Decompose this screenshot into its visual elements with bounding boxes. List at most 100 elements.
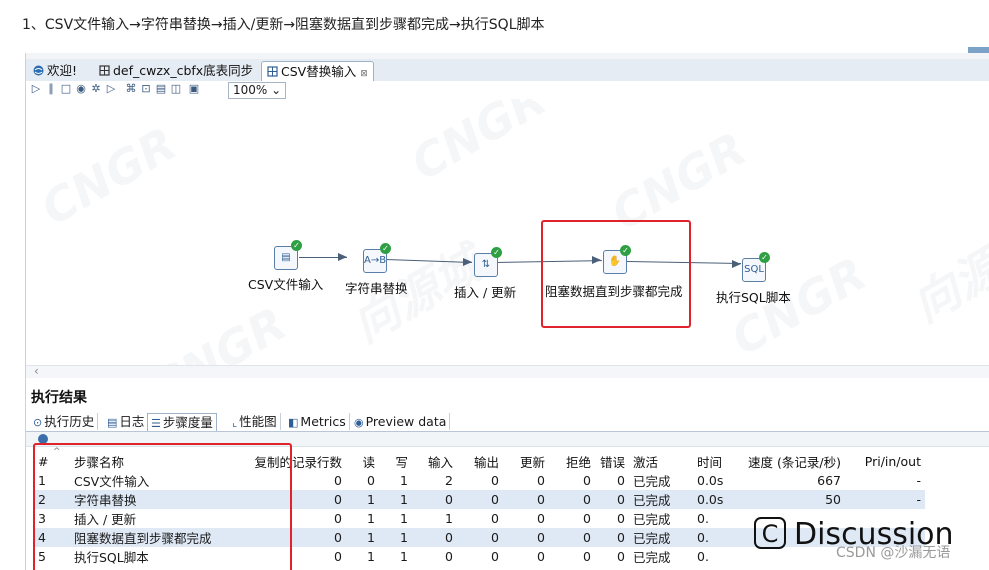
table-cell: 0 bbox=[367, 473, 375, 488]
column-header[interactable]: 输出 bbox=[457, 451, 503, 471]
results-icon[interactable]: ▣ bbox=[188, 83, 200, 95]
table-cell: 0 bbox=[537, 549, 545, 564]
table-cell: 1 bbox=[379, 528, 412, 547]
page-heading: 1、CSV文件输入→字符串替换→插入/更新→阻塞数据直到步骤都完成→执行SQL脚… bbox=[22, 17, 545, 33]
table-cell: 已完成 bbox=[633, 550, 671, 565]
table-cell: 1 bbox=[346, 490, 379, 509]
table-cell: 2 bbox=[445, 473, 453, 488]
tab-metrics[interactable]: ◧ Metrics bbox=[285, 413, 350, 430]
tab-performance-graph[interactable]: ⌞ 性能图 bbox=[229, 413, 281, 430]
log-icon: ▤ bbox=[107, 416, 118, 429]
table-cell: 0 bbox=[583, 473, 591, 488]
table-cell: - bbox=[845, 490, 925, 509]
watermark: CNGR bbox=[402, 99, 556, 191]
table-cell: 0 bbox=[595, 528, 629, 547]
pause-icon[interactable]: ∥ bbox=[45, 83, 57, 95]
tab-job[interactable]: def_cwzx_cbfx底表同步 bbox=[94, 61, 258, 80]
tab-execution-history[interactable]: ⊙ 执行历史 bbox=[30, 413, 99, 430]
tab-preview-data[interactable]: ◉ Preview data bbox=[351, 413, 451, 430]
table-cell: 1 bbox=[346, 528, 379, 547]
success-check-icon: ✓ bbox=[380, 243, 391, 254]
table-cell: 0 bbox=[457, 490, 503, 509]
highlight-box bbox=[541, 220, 691, 328]
table-cell: 0 bbox=[491, 473, 499, 488]
table-cell: 0 bbox=[457, 528, 503, 547]
run-icon[interactable]: ▷ bbox=[30, 83, 42, 95]
table-cell: 0 bbox=[491, 511, 499, 526]
job-icon bbox=[99, 62, 110, 76]
watermark: CNGR bbox=[142, 296, 296, 367]
column-header[interactable]: Pri/in/out bbox=[845, 451, 925, 471]
table-cell: 0 bbox=[445, 549, 453, 564]
table-cell: 0 bbox=[617, 511, 625, 526]
debug-icon[interactable]: ✲ bbox=[90, 83, 102, 95]
table-cell: 0 bbox=[549, 528, 595, 547]
table-cell: 1 bbox=[400, 549, 408, 564]
history-icon: ⊙ bbox=[33, 416, 43, 429]
table-cell: 0 bbox=[549, 490, 595, 509]
metrics-icon: ◧ bbox=[288, 416, 299, 429]
tab-welcome[interactable]: 欢迎! bbox=[28, 61, 82, 80]
column-header[interactable]: 错误 bbox=[595, 451, 629, 471]
watermark: CNGR bbox=[32, 116, 186, 236]
column-header[interactable]: 速度 (条记录/秒) bbox=[737, 451, 845, 471]
watermark: 向源城 bbox=[903, 216, 989, 333]
zoom-value: 100% bbox=[233, 83, 268, 97]
column-header[interactable]: 激活 bbox=[629, 451, 693, 471]
column-header[interactable]: 读 bbox=[346, 451, 379, 471]
step-metrics-icon: ☰ bbox=[151, 417, 161, 430]
column-header[interactable]: 输入 bbox=[412, 451, 457, 471]
canvas-horizontal-scrollbar[interactable]: ‹ bbox=[26, 364, 989, 378]
close-icon[interactable]: ⊠ bbox=[360, 69, 368, 79]
column-header[interactable]: 更新 bbox=[503, 451, 549, 471]
tab-label: 步骤度量 bbox=[162, 415, 213, 430]
step-label: 插入 / 更新 bbox=[454, 285, 517, 300]
tab-label: 性能图 bbox=[239, 414, 277, 429]
table-cell: 1 bbox=[367, 549, 375, 564]
kettle-app-window: 欢迎! def_cwzx_cbfx底表同步 CSV替换输入 ⊠ ▷ ∥ □ ◉ ✲… bbox=[25, 53, 989, 570]
step-label: 执行SQL脚本 bbox=[716, 290, 791, 305]
table-cell: 667 bbox=[817, 473, 841, 488]
success-check-icon: ✓ bbox=[759, 252, 770, 263]
verify-icon[interactable]: ⌘ bbox=[125, 83, 137, 95]
table-cell: 0 bbox=[503, 490, 549, 509]
replay-icon[interactable]: ▷ bbox=[105, 83, 117, 95]
tab-label: 执行历史 bbox=[44, 414, 95, 429]
table-cell: 0 bbox=[583, 549, 591, 564]
scroll-left-icon[interactable]: ‹ bbox=[34, 364, 39, 378]
tab-label: 日志 bbox=[119, 414, 145, 429]
table-cell: - bbox=[916, 473, 921, 488]
explore-icon[interactable]: ◫ bbox=[170, 83, 182, 95]
table-cell: 0 bbox=[503, 528, 549, 547]
zoom-select[interactable]: 100% ⌄ bbox=[228, 82, 287, 99]
tab-log[interactable]: ▤ 日志 bbox=[104, 413, 149, 430]
table-cell: 1 bbox=[445, 511, 453, 526]
highlight-box bbox=[33, 443, 292, 570]
table-cell: 已完成 bbox=[633, 512, 671, 527]
tab-label: Metrics bbox=[300, 414, 346, 429]
table-cell: 已完成 bbox=[629, 528, 693, 547]
success-check-icon: ✓ bbox=[291, 240, 302, 251]
column-header[interactable]: 写 bbox=[379, 451, 412, 471]
tab-csv-replace[interactable]: CSV替换输入 ⊠ bbox=[261, 61, 374, 82]
table-cell: 0 bbox=[595, 490, 629, 509]
results-title: 执行结果 bbox=[31, 390, 87, 406]
stop-icon[interactable]: □ bbox=[60, 83, 72, 95]
globe-icon bbox=[33, 62, 44, 76]
table-cell: 0. bbox=[697, 549, 709, 564]
column-header[interactable]: 时间 bbox=[693, 451, 737, 471]
tab-label: Preview data bbox=[365, 414, 447, 429]
table-cell: 0 bbox=[617, 549, 625, 564]
sql-icon[interactable]: ▤ bbox=[155, 83, 167, 95]
tab-welcome-label: 欢迎! bbox=[47, 63, 78, 78]
tab-step-metrics[interactable]: ☰ 步骤度量 bbox=[147, 413, 217, 431]
table-cell: 已完成 bbox=[633, 474, 671, 489]
preview-icon[interactable]: ◉ bbox=[75, 83, 87, 95]
transformation-canvas[interactable]: CNGR CNGR CNGR 向源城 CNGR 向源城 CNGR ▤ ✓ CSV… bbox=[26, 99, 989, 367]
column-header[interactable]: 拒绝 bbox=[549, 451, 595, 471]
table-cell: 已完成 bbox=[629, 490, 693, 509]
table-cell: 50 bbox=[737, 490, 845, 509]
preview-data-icon: ◉ bbox=[354, 416, 364, 429]
impact-icon[interactable]: ⊡ bbox=[140, 83, 152, 95]
chevron-down-icon: ⌄ bbox=[271, 83, 282, 97]
